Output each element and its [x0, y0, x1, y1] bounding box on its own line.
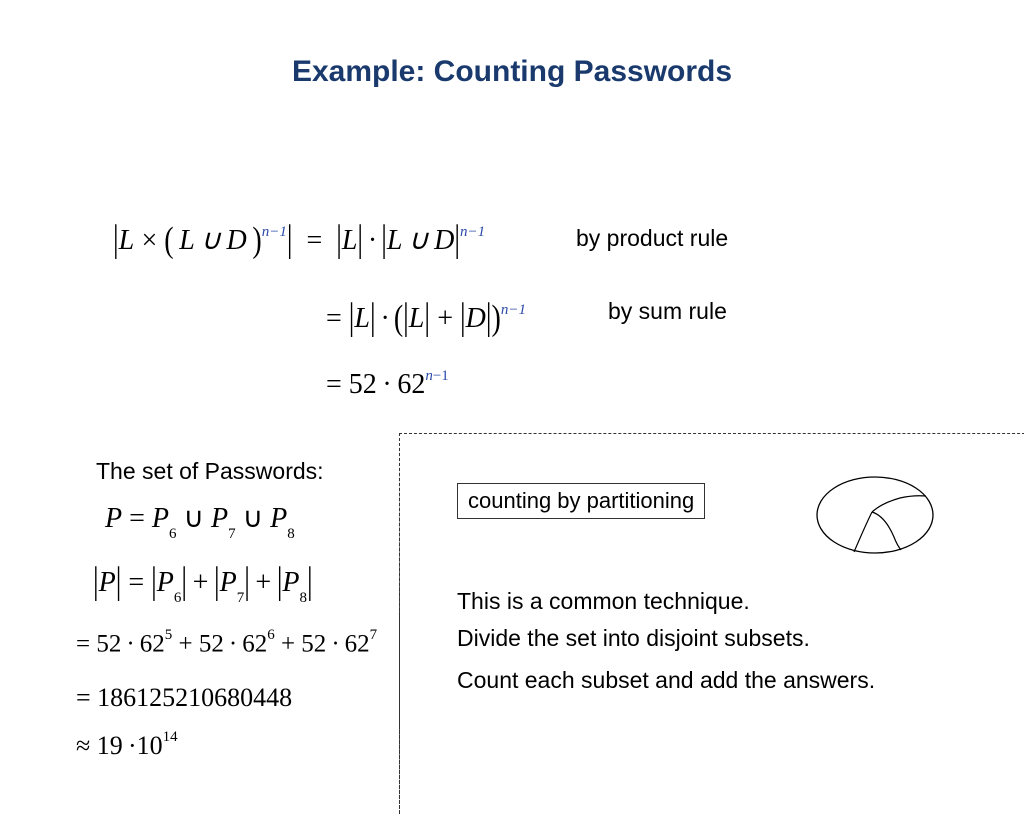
note-product-rule: by product rule — [576, 225, 728, 252]
explain-3: Count each subset and add the answers. — [457, 667, 875, 694]
slide-title: Example: Counting Passwords — [0, 55, 1024, 89]
explain-2: Divide the set into disjoint subsets. — [457, 625, 810, 652]
explain-1: This is a common technique. — [457, 588, 750, 615]
eq-line-2: = |L| · (|L| + |D|)n−1 — [326, 303, 526, 335]
approx-line: ≈ 19 ·1014 — [76, 731, 178, 761]
big-number: = 186125210680448 — [76, 683, 292, 713]
eq-line-3: = 52 · 62n−1 — [326, 369, 449, 401]
card-line: |P| = |P6| + |P7| + |P8| — [93, 567, 313, 603]
union-line: P = P6 ∪ P7 ∪ P8 — [105, 501, 295, 539]
expand-line: = 52 · 625 + 52 · 626 + 52 · 627 — [76, 630, 377, 658]
set-heading: The set of Passwords: — [96, 458, 324, 485]
note-sum-rule: by sum rule — [608, 298, 727, 325]
partition-label-box: counting by partitioning — [457, 483, 705, 519]
partition-diagram — [810, 468, 940, 563]
partition-box-left — [399, 433, 400, 813]
eq-line-1: |L × ( L ∪ D )n−1| = |L| · |L ∪ D|n−1 — [113, 223, 485, 257]
